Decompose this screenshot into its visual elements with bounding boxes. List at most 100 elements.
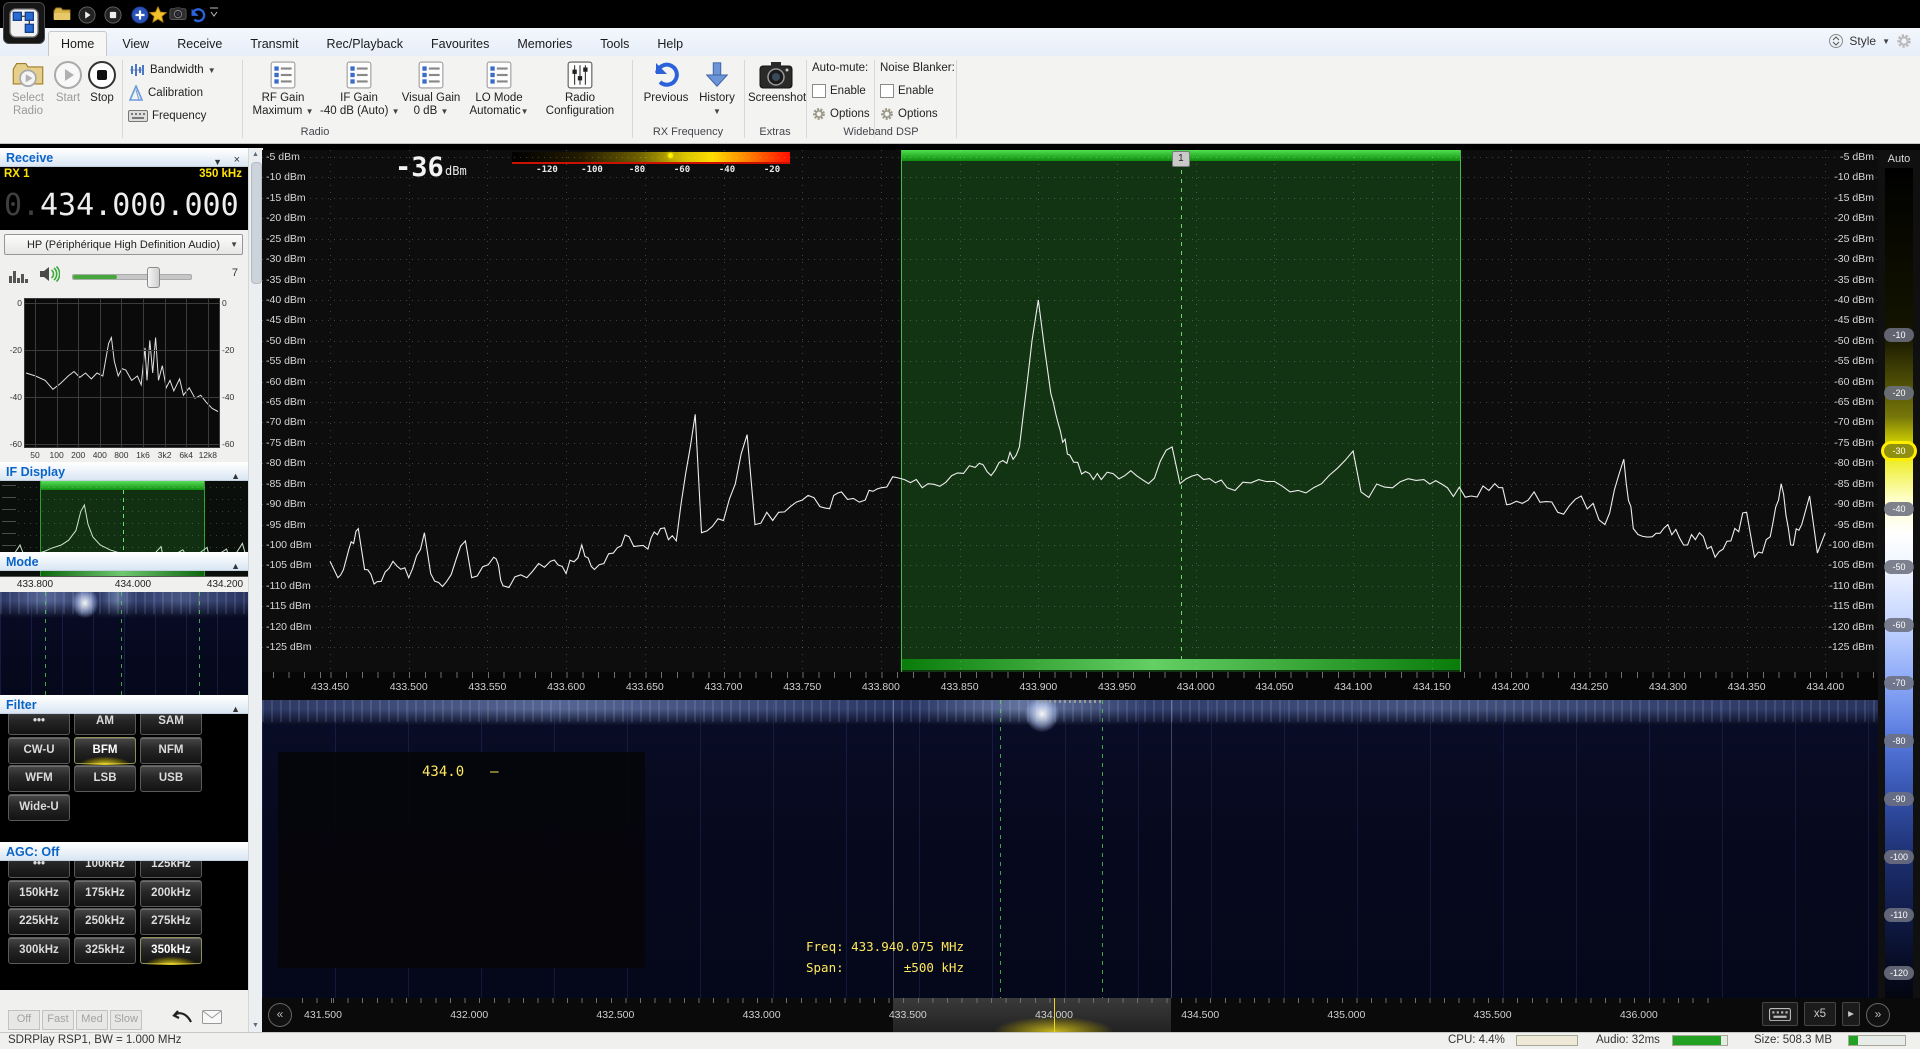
rf-gain-button[interactable]: RF Gain Maximum ▼ xyxy=(248,58,318,124)
stop-button[interactable]: Stop xyxy=(86,58,118,124)
visual-gain-button[interactable]: Visual Gain 0 dB ▼ xyxy=(400,58,462,124)
waterfall-frequency-scale[interactable]: « x5 ▸ » 431.500432.000432.500433.000433… xyxy=(262,998,1920,1032)
application-menu-button[interactable] xyxy=(3,2,45,44)
bandwidth-button[interactable]: Bandwidth▼ xyxy=(128,60,216,80)
favourite-star-icon[interactable] xyxy=(149,6,167,24)
ribbon-group-wideband-dsp: Wideband DSP xyxy=(808,126,954,140)
main-spectrum[interactable]: 1 -36 dBm -5 dBm-5 dBm-10 dBm-10 dBm-15 … xyxy=(262,150,1878,672)
start-button[interactable]: Start xyxy=(52,58,84,124)
tooltip-span-value: ±500 kHz xyxy=(904,957,964,978)
filter-collapse-icon[interactable]: ▲ xyxy=(231,700,240,719)
scale-scroll-right-button[interactable]: » xyxy=(1866,1003,1890,1027)
style-menu[interactable]: Style xyxy=(1849,34,1876,48)
waterfall-mini-scrollbar[interactable] xyxy=(1039,700,1102,703)
scrollbar-thumb[interactable] xyxy=(251,162,262,284)
calibration-button[interactable]: Calibration xyxy=(128,83,203,103)
filter-button-250khz[interactable]: 250kHz xyxy=(74,908,136,935)
frequency-display[interactable]: 0. 434.000.000 xyxy=(0,182,248,230)
filter-button-225khz[interactable]: 225kHz xyxy=(8,908,70,935)
scale-scroll-left-button[interactable]: « xyxy=(268,1003,292,1027)
agc-button-slow[interactable]: Slow xyxy=(110,1010,142,1030)
spectrum-freq-gridline xyxy=(1432,150,1433,672)
filter-button-300khz[interactable]: 300kHz xyxy=(8,937,70,964)
help-gear-icon[interactable] xyxy=(1896,33,1912,49)
tab-receive[interactable]: Receive xyxy=(164,31,235,56)
keyboard-entry-button[interactable] xyxy=(1762,1002,1798,1026)
legend-tick-label: -40 xyxy=(709,165,745,175)
history-button[interactable]: History ▼ xyxy=(694,58,740,124)
spectrum-db-label-right: -105 dBm xyxy=(1828,559,1874,571)
tab-favourites[interactable]: Favourites xyxy=(418,31,502,56)
mode-button-lsb[interactable]: LSB xyxy=(74,765,136,792)
audio-device-dropdown[interactable]: HP (Périphérique High Definition Audio) … xyxy=(4,234,243,255)
mode-button-wfm[interactable]: WFM xyxy=(8,765,70,792)
tab-rec-playback[interactable]: Rec/Playback xyxy=(314,31,416,56)
filter-button-175khz[interactable]: 175kHz xyxy=(74,880,136,907)
frequency-button[interactable]: Frequency xyxy=(128,106,206,126)
agc-button-med[interactable]: Med xyxy=(76,1010,108,1030)
mode-button-wide-u[interactable]: Wide-U xyxy=(8,794,70,821)
tab-home[interactable]: Home xyxy=(48,31,107,56)
noise-blanker-options-button[interactable]: Options xyxy=(880,104,938,124)
radio-configuration-button[interactable]: Radio Configuration xyxy=(536,58,624,124)
tab-view[interactable]: View xyxy=(109,31,162,56)
if-gain-button[interactable]: IF Gain -40 dB (Auto) ▼ xyxy=(320,58,398,124)
scroll-up-icon[interactable]: ▲ xyxy=(252,151,259,158)
waterfall-palette-bar[interactable]: Auto -10-20-30-40-50-60-70-80-90-100-110… xyxy=(1878,150,1920,998)
auto-mute-options-button[interactable]: Options xyxy=(812,104,870,124)
previous-frequency-button[interactable]: Previous xyxy=(640,58,692,124)
if-waterfall[interactable] xyxy=(0,592,248,700)
palette-badge-neg80: -80 xyxy=(1884,734,1914,748)
receive-panel: Receive ▼ × RX 1 350 kHz 0. 434.000.000 … xyxy=(0,148,248,1032)
zoom-level-button[interactable]: x5 xyxy=(1804,1002,1836,1026)
undo-icon[interactable] xyxy=(188,6,206,24)
if-waterfall-passband-line xyxy=(45,592,46,700)
toolbar-more-chevron-icon[interactable] xyxy=(209,6,219,24)
agc-button-fast[interactable]: Fast xyxy=(42,1010,74,1030)
filter-button-325khz[interactable]: 325kHz xyxy=(74,937,136,964)
agc-button-off[interactable]: Off xyxy=(8,1010,40,1030)
stop-icon[interactable] xyxy=(104,6,122,24)
receive-panel-scrollbar[interactable]: ▲ ▼ xyxy=(248,148,263,1032)
main-waterfall[interactable]: 434.0– Freq:433.940.075 MHz Span:±500 kH… xyxy=(262,700,1878,998)
lo-mode-button[interactable]: LO Mode Automatic▼ xyxy=(464,58,534,124)
add-icon[interactable] xyxy=(131,6,149,24)
play-icon[interactable] xyxy=(78,6,96,24)
audio-grid-v xyxy=(121,299,122,447)
scale-step-right-button[interactable]: ▸ xyxy=(1842,1002,1860,1026)
tab-tools[interactable]: Tools xyxy=(587,31,642,56)
select-radio-button[interactable]: Select Radio xyxy=(6,58,50,124)
mode-button-bfm[interactable]: BFM xyxy=(74,737,136,764)
speaker-icon[interactable] xyxy=(38,265,60,283)
spectrum-frequency-scale[interactable]: 433.450433.500433.550433.600433.650433.7… xyxy=(262,672,1878,700)
open-folder-icon[interactable] xyxy=(53,6,71,24)
filter-button-150khz[interactable]: 150kHz xyxy=(8,880,70,907)
spectrum-freq-gridline xyxy=(724,150,725,672)
mode-collapse-icon[interactable]: ▲ xyxy=(231,557,240,576)
scroll-down-icon[interactable]: ▼ xyxy=(252,1022,259,1029)
filter-button-200khz[interactable]: 200kHz xyxy=(140,880,202,907)
tab-memories[interactable]: Memories xyxy=(504,31,585,56)
noise-blanker-enable-checkbox[interactable]: Enable xyxy=(880,81,934,101)
mode-button-usb[interactable]: USB xyxy=(140,765,202,792)
audio-levels-icon[interactable] xyxy=(8,266,28,284)
palette-badge-neg40: -40 xyxy=(1884,502,1914,516)
camera-icon[interactable] xyxy=(169,6,187,24)
auto-mute-enable-checkbox[interactable]: Enable xyxy=(812,81,866,101)
agc-envelope-icon[interactable] xyxy=(202,1010,222,1024)
if-trace xyxy=(3,505,246,558)
mode-button-cw-u[interactable]: CW-U xyxy=(8,737,70,764)
screenshot-button[interactable]: Screenshot xyxy=(748,58,804,124)
tab-transmit[interactable]: Transmit xyxy=(237,31,311,56)
palette-auto-label[interactable]: Auto xyxy=(1878,153,1920,165)
tab-help[interactable]: Help xyxy=(644,31,696,56)
mode-button-nfm[interactable]: NFM xyxy=(140,737,202,764)
volume-slider-handle[interactable] xyxy=(147,267,160,288)
volume-slider[interactable] xyxy=(72,274,192,280)
filter-button-275khz[interactable]: 275kHz xyxy=(140,908,202,935)
agc-back-arrow-icon[interactable] xyxy=(170,1010,192,1024)
filter-button-350khz[interactable]: 350kHz xyxy=(140,937,202,964)
audio-grid-h xyxy=(25,350,219,351)
collapse-ribbon-icon[interactable] xyxy=(1829,32,1843,50)
rx-marker-badge[interactable]: 1 xyxy=(1172,151,1190,167)
